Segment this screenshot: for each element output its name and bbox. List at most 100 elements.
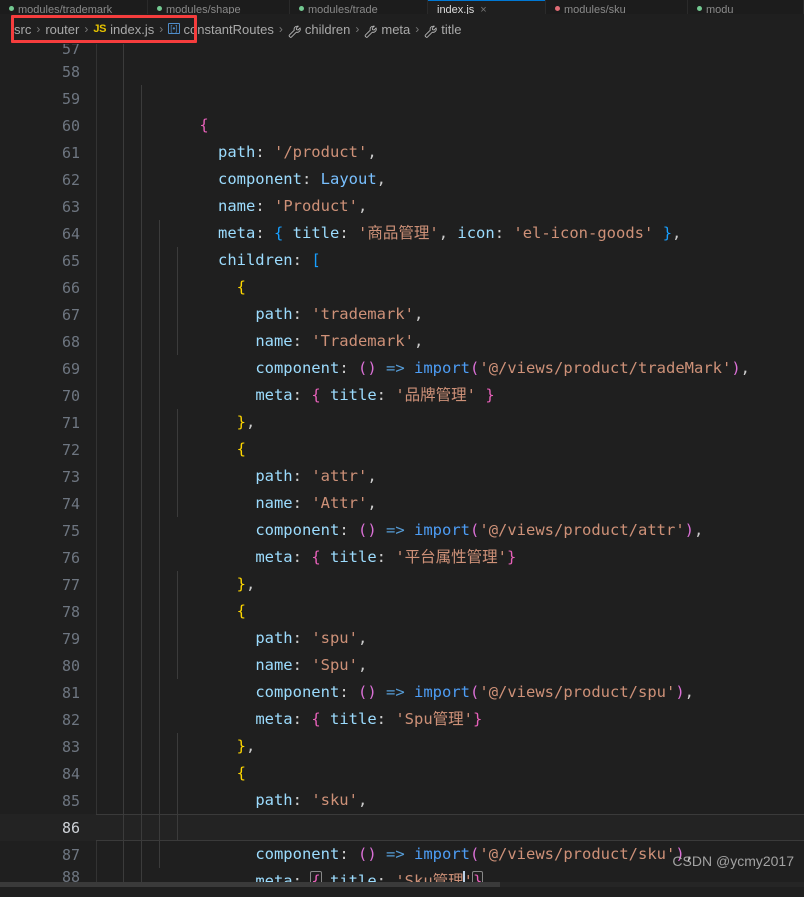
breadcrumb-item-router[interactable]: router bbox=[45, 22, 79, 37]
tab-modified-dot-icon bbox=[9, 6, 14, 11]
code-text[interactable]: meta: { title: '平台属性管理'} bbox=[92, 490, 804, 566]
code-text[interactable]: { bbox=[92, 382, 804, 458]
editor-tab[interactable]: modules/shape bbox=[148, 0, 290, 14]
scrollbar-thumb[interactable] bbox=[0, 882, 500, 887]
line-number: 60 bbox=[61, 116, 80, 135]
code-line[interactable]: 75 }, bbox=[0, 517, 804, 593]
code-line[interactable]: 77 path: 'spu', bbox=[0, 571, 804, 647]
code-line-active[interactable]: 86 meta: { title: 'Sku管理'} bbox=[0, 814, 804, 887]
code-line[interactable]: 84 name: 'Sku', bbox=[0, 760, 804, 836]
breadcrumb-separator: › bbox=[36, 22, 41, 36]
line-number: 63 bbox=[61, 197, 80, 216]
code-text[interactable]: path: '/product', bbox=[92, 85, 804, 161]
code-line[interactable]: 81 }, bbox=[0, 679, 804, 755]
breadcrumb-item-src[interactable]: src bbox=[14, 22, 31, 37]
code-line[interactable]: 67 component: () => import('@/views/prod… bbox=[0, 301, 804, 377]
code-line[interactable]: 59 path: '/product', bbox=[0, 85, 804, 161]
code-text[interactable]: }, bbox=[92, 517, 804, 593]
code-text[interactable]: children: [ bbox=[92, 193, 804, 269]
breadcrumb-item-meta[interactable]: meta bbox=[364, 22, 410, 38]
tab-modified-dot-icon bbox=[697, 6, 702, 11]
line-number: 68 bbox=[61, 332, 80, 351]
code-text[interactable]: meta: { title: '品牌管理' } bbox=[92, 328, 804, 404]
code-text[interactable]: meta: { title: 'Spu管理'} bbox=[92, 652, 804, 728]
close-icon[interactable]: × bbox=[480, 4, 486, 14]
code-lines: 57 58 { 59 path: '/product', 60 componen… bbox=[0, 44, 804, 887]
wrench-icon bbox=[288, 25, 301, 38]
code-text[interactable]: component: () => import('@/views/product… bbox=[92, 301, 804, 377]
breadcrumb-item-children[interactable]: children bbox=[288, 22, 350, 38]
code-text[interactable]: { bbox=[92, 58, 804, 134]
code-text[interactable]: component: () => import('@/views/product… bbox=[92, 625, 804, 701]
code-line[interactable]: 83 path: 'sku', bbox=[0, 733, 804, 809]
breadcrumb-label: router bbox=[45, 21, 80, 37]
editor-tab[interactable]: modu bbox=[688, 0, 804, 14]
code-text[interactable]: name: 'Product', bbox=[92, 139, 804, 215]
code-line[interactable]: 60 component: Layout, bbox=[0, 112, 804, 188]
line-number: 74 bbox=[61, 494, 80, 513]
breadcrumb-item-index-js[interactable]: JS index.js bbox=[93, 22, 154, 37]
code-line[interactable]: 62 meta: { title: '商品管理', icon: 'el-icon… bbox=[0, 166, 804, 242]
code-text[interactable]: path: 'sku', bbox=[92, 733, 804, 809]
line-number: 58 bbox=[61, 62, 80, 81]
code-text[interactable]: component: () => import('@/views/product… bbox=[92, 463, 804, 539]
code-line[interactable]: 72 name: 'Attr', bbox=[0, 436, 804, 512]
breadcrumb-separator: › bbox=[278, 22, 283, 36]
code-editor[interactable]: 57 58 { 59 path: '/product', 60 componen… bbox=[0, 44, 804, 887]
code-line[interactable]: 82 { bbox=[0, 706, 804, 782]
code-text[interactable]: meta: { title: 'Sku管理'} bbox=[92, 814, 804, 887]
line-number: 62 bbox=[61, 170, 80, 189]
editor-tab[interactable]: modules/trademark bbox=[0, 0, 148, 14]
code-text[interactable]: name: 'Attr', bbox=[92, 436, 804, 512]
code-text[interactable]: name: 'Sku', bbox=[92, 760, 804, 836]
code-line[interactable]: 78 name: 'Spu', bbox=[0, 598, 804, 674]
editor-tab-active[interactable]: index.js × bbox=[428, 0, 546, 14]
wrench-icon bbox=[364, 25, 378, 38]
code-line[interactable]: 74 meta: { title: '平台属性管理'} bbox=[0, 490, 804, 566]
editor-tab[interactable]: modules/sku bbox=[546, 0, 688, 14]
code-line[interactable]: 85 component: () => import('@/views/prod… bbox=[0, 787, 804, 863]
code-text[interactable]: name: 'Spu', bbox=[92, 598, 804, 674]
horizontal-scrollbar[interactable] bbox=[0, 882, 804, 887]
line-number: 73 bbox=[61, 467, 80, 486]
code-line[interactable]: 76 { bbox=[0, 544, 804, 620]
code-text[interactable]: path: 'attr', bbox=[92, 409, 804, 485]
code-text[interactable]: }, bbox=[92, 355, 804, 431]
watermark: CSDN @ycmy2017 bbox=[672, 853, 794, 869]
code-text[interactable]: component: Layout, bbox=[92, 112, 804, 188]
code-text[interactable]: { bbox=[92, 706, 804, 782]
code-line[interactable]: 71 path: 'attr', bbox=[0, 409, 804, 485]
line-number: 69 bbox=[61, 359, 80, 378]
code-text[interactable]: { bbox=[92, 220, 804, 296]
breadcrumb-label: index.js bbox=[110, 21, 155, 37]
editor-tab[interactable]: modules/trade bbox=[290, 0, 428, 14]
code-line[interactable]: 70 { bbox=[0, 382, 804, 458]
code-text[interactable]: path: 'trademark', bbox=[92, 247, 804, 323]
code-text[interactable]: }, bbox=[92, 679, 804, 755]
code-line[interactable]: 73 component: () => import('@/views/prod… bbox=[0, 463, 804, 539]
code-line[interactable]: 57 bbox=[0, 44, 804, 58]
code-line[interactable]: 68 meta: { title: '品牌管理' } bbox=[0, 328, 804, 404]
code-text[interactable]: meta: { title: '商品管理', icon: 'el-icon-go… bbox=[92, 166, 804, 242]
code-text[interactable]: { bbox=[92, 544, 804, 620]
code-line[interactable]: 61 name: 'Product', bbox=[0, 139, 804, 215]
code-line[interactable]: 65 path: 'trademark', bbox=[0, 247, 804, 323]
code-line[interactable]: 63 children: [ bbox=[0, 193, 804, 269]
code-text[interactable]: name: 'Trademark', bbox=[92, 274, 804, 350]
code-line[interactable]: 66 name: 'Trademark', bbox=[0, 274, 804, 350]
code-text[interactable]: path: 'spu', bbox=[92, 571, 804, 647]
breadcrumb-item-constantroutes[interactable]: [•] constantRoutes bbox=[168, 22, 274, 37]
code-line[interactable]: 58 { bbox=[0, 58, 804, 134]
code-line[interactable]: 64 { bbox=[0, 220, 804, 296]
code-text[interactable]: component: () => import('@/views/product… bbox=[92, 787, 804, 863]
breadcrumb-item-title[interactable]: title bbox=[424, 22, 462, 38]
line-number: 64 bbox=[61, 224, 80, 243]
line-number: 76 bbox=[61, 548, 80, 567]
editor-tab-label: modu bbox=[706, 4, 734, 14]
code-line[interactable]: 79 component: () => import('@/views/prod… bbox=[0, 625, 804, 701]
code-line[interactable]: 69 }, bbox=[0, 355, 804, 431]
editor-tab-label: index.js bbox=[437, 4, 475, 14]
line-number: 78 bbox=[61, 602, 80, 621]
js-file-icon: JS bbox=[93, 23, 107, 35]
code-line[interactable]: 80 meta: { title: 'Spu管理'} bbox=[0, 652, 804, 728]
